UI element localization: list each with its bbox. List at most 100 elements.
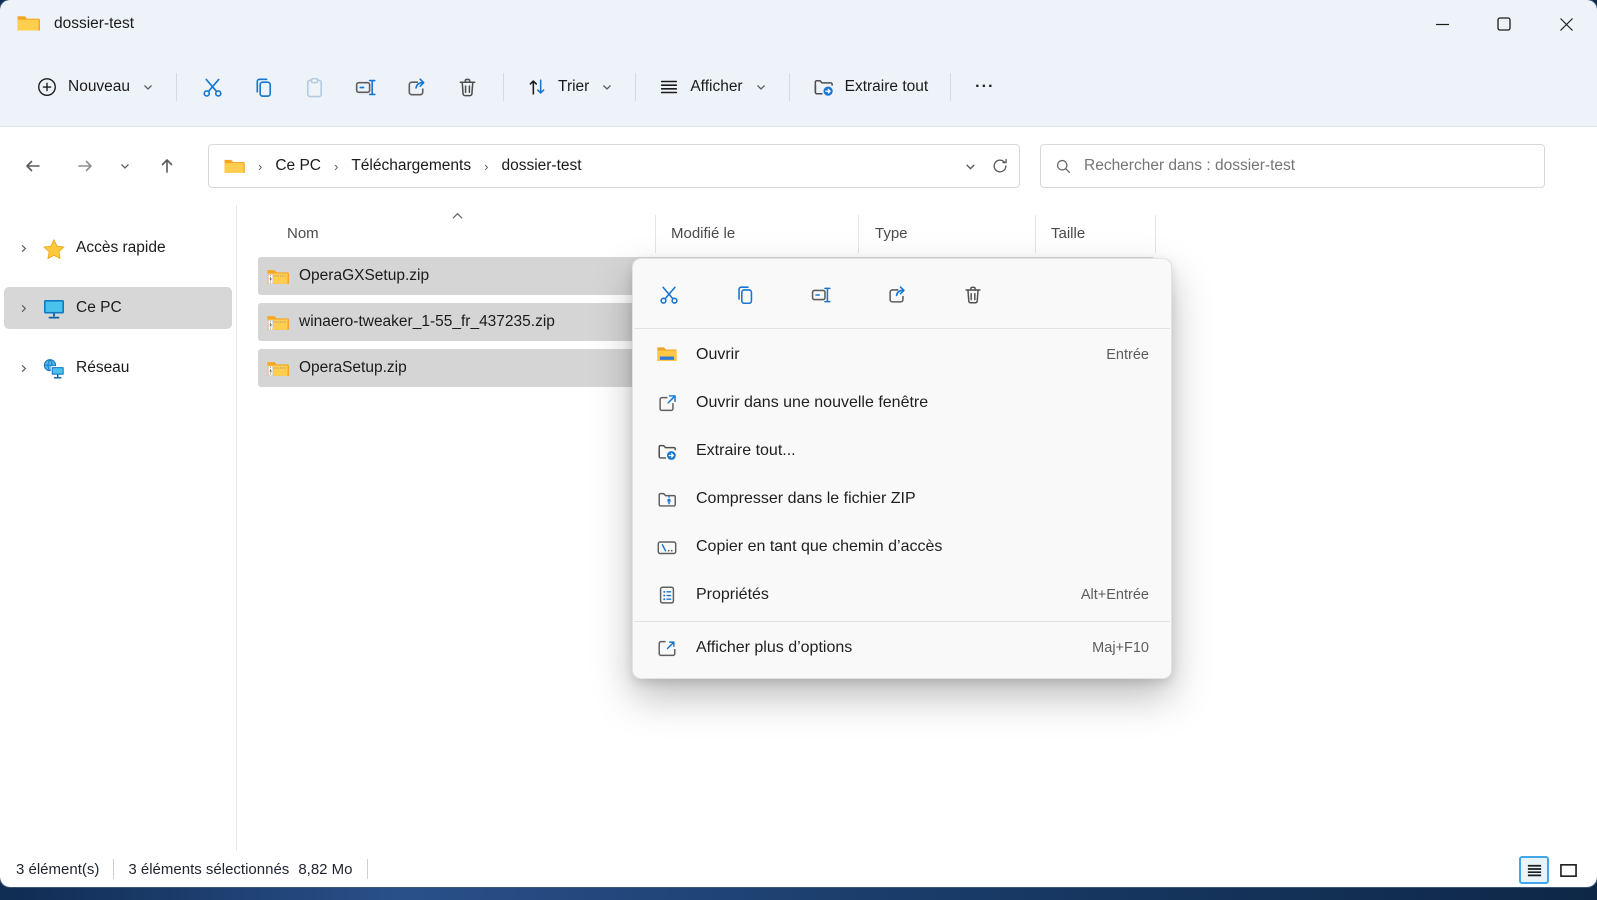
new-button[interactable]: Nouveau (24, 66, 166, 108)
zip-file-icon (266, 359, 289, 378)
forward-button[interactable] (68, 149, 102, 183)
address-bar[interactable]: › Ce PC › Téléchargements › dossier-test (208, 144, 1020, 188)
breadcrumb-chevron-icon: › (255, 159, 265, 174)
open-folder-icon (656, 345, 678, 365)
column-divider[interactable] (1155, 215, 1156, 253)
menu-item-copier-chemin[interactable]: Copier en tant que chemin d’accès (633, 523, 1171, 571)
menu-item-ouvrir[interactable]: Ouvrir Entrée (633, 331, 1171, 379)
share-button[interactable] (391, 66, 442, 109)
menu-item-label: Afficher plus d’options (696, 639, 852, 657)
breadcrumb-chevron-icon: › (331, 159, 341, 174)
toolbar-divider (176, 73, 177, 101)
menu-shortcut: Alt+Entrée (1081, 587, 1149, 603)
column-divider[interactable] (655, 215, 656, 253)
folder-icon (223, 157, 245, 175)
delete-button[interactable] (953, 275, 993, 315)
cut-button[interactable] (649, 275, 689, 315)
rename-button[interactable] (340, 66, 391, 109)
copy-button[interactable] (725, 275, 765, 315)
view-button-label: Afficher (690, 78, 742, 96)
copy-button[interactable] (238, 66, 289, 109)
selection-size: 8,82 Mo (298, 861, 352, 878)
paste-button[interactable] (289, 66, 340, 109)
chevron-right-icon[interactable] (4, 363, 42, 374)
minimize-button[interactable] (1411, 0, 1473, 48)
menu-item-ouvrir-nouvelle-fenetre[interactable]: Ouvrir dans une nouvelle fenêtre (633, 379, 1171, 427)
chevron-right-icon[interactable] (4, 303, 42, 314)
column-divider[interactable] (858, 215, 859, 253)
extract-all-button[interactable]: Extraire tout (800, 66, 941, 109)
column-header-row: Nom Modifié le Type Taille (237, 211, 1597, 255)
status-bar: 3 élément(s) 3 éléments sélectionnés 8,8… (0, 851, 1597, 887)
menu-separator (634, 328, 1170, 329)
search-input[interactable] (1084, 157, 1530, 175)
menu-item-label: Compresser dans le fichier ZIP (696, 490, 916, 508)
share-icon (405, 76, 428, 99)
close-button[interactable] (1535, 0, 1597, 48)
toolbar-divider (503, 73, 504, 101)
column-header-modifie-le[interactable]: Modifié le (671, 225, 735, 242)
more-options-icon (656, 638, 678, 658)
file-name: OperaGXSetup.zip (299, 267, 429, 285)
column-header-taille[interactable]: Taille (1051, 225, 1085, 242)
sidebar-item-acces-rapide[interactable]: Accès rapide (4, 227, 232, 269)
breadcrumb-telechargements[interactable]: Téléchargements (345, 154, 477, 178)
selection-count: 3 éléments sélectionnés (128, 861, 289, 878)
sort-ascending-icon (451, 211, 464, 220)
chevron-down-icon (601, 81, 613, 93)
maximize-button[interactable] (1473, 0, 1535, 48)
menu-item-compresser-zip[interactable]: Compresser dans le fichier ZIP (633, 475, 1171, 523)
paste-icon (303, 76, 326, 99)
sidebar-item-ce-pc[interactable]: Ce PC (4, 287, 232, 329)
breadcrumb-ce-pc[interactable]: Ce PC (269, 154, 327, 178)
chevron-down-icon (142, 81, 154, 93)
menu-item-afficher-plus-options[interactable]: Afficher plus d’options Maj+F10 (633, 624, 1171, 672)
menu-separator (634, 621, 1170, 622)
file-name: OperaSetup.zip (299, 359, 407, 377)
sidebar-item-label: Accès rapide (76, 239, 166, 257)
copy-path-icon (656, 537, 678, 557)
toolbar-divider (950, 73, 951, 101)
search-box[interactable] (1040, 144, 1545, 188)
view-button[interactable]: Afficher (646, 66, 778, 108)
status-divider (113, 859, 114, 879)
sidebar-item-label: Ce PC (76, 299, 122, 317)
zip-file-icon (266, 313, 289, 332)
new-button-label: Nouveau (68, 78, 130, 96)
menu-item-proprietes[interactable]: Propriétés Alt+Entrée (633, 571, 1171, 619)
refresh-icon[interactable] (991, 157, 1009, 175)
chevron-right-icon[interactable] (4, 243, 42, 254)
sort-button[interactable]: Trier (514, 66, 625, 108)
compress-zip-icon (656, 489, 678, 509)
menu-item-extraire-tout[interactable]: Extraire tout... (633, 427, 1171, 475)
up-button[interactable] (150, 149, 184, 183)
column-header-nom[interactable]: Nom (287, 225, 319, 242)
extract-icon (812, 76, 835, 99)
extract-all-label: Extraire tout (845, 78, 929, 96)
chevron-down-icon (755, 81, 767, 93)
address-dropdown-icon[interactable] (964, 160, 977, 173)
share-button[interactable] (877, 275, 917, 315)
title-bar: dossier-test (0, 0, 1597, 48)
more-options-button[interactable]: ... (961, 68, 1008, 106)
extract-icon (656, 441, 678, 461)
sidebar-item-reseau[interactable]: Réseau (4, 347, 232, 389)
rename-button[interactable] (801, 275, 841, 315)
back-button[interactable] (16, 149, 50, 183)
monitor-icon (42, 298, 66, 319)
breadcrumb-dossier-test[interactable]: dossier-test (495, 154, 587, 178)
cut-icon (201, 76, 224, 99)
menu-item-label: Ouvrir dans une nouvelle fenêtre (696, 394, 928, 412)
menu-item-label: Extraire tout... (696, 442, 796, 460)
item-count: 3 élément(s) (16, 861, 99, 878)
column-header-type[interactable]: Type (875, 225, 908, 242)
zip-file-icon (266, 267, 289, 286)
delete-button[interactable] (442, 66, 493, 109)
cut-button[interactable] (187, 66, 238, 109)
column-divider[interactable] (1035, 215, 1036, 253)
details-view-toggle[interactable] (1519, 856, 1549, 884)
circle-plus-icon (36, 76, 58, 98)
sort-icon (526, 76, 548, 98)
thumbnail-view-toggle[interactable] (1553, 856, 1583, 884)
recent-locations-button[interactable] (108, 149, 142, 183)
